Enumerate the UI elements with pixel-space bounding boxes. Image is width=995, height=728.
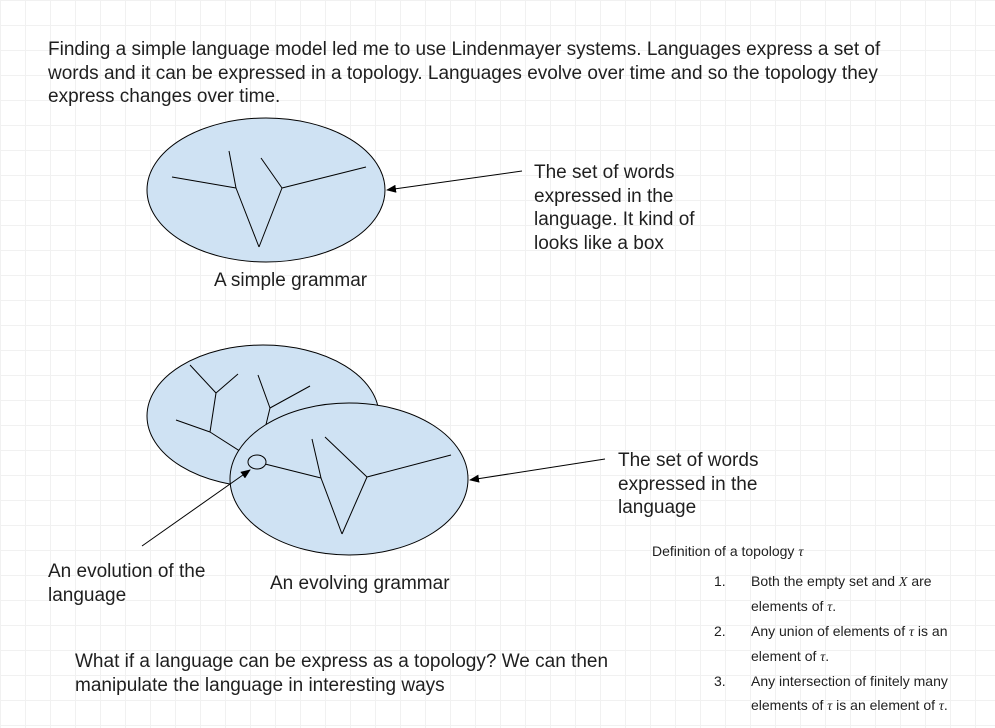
evolution-arrow (141, 469, 251, 547)
simple-grammar-callout: The set of words expressed in the langua… (534, 162, 695, 254)
definition-item: 1. Both the empty set and X are elements … (652, 570, 982, 619)
evolving-grammar-label: An evolving grammar (270, 573, 450, 594)
definition-item-text: . (832, 597, 837, 614)
simple-grammar-callout-arrow (386, 170, 523, 193)
definition-title: Definition of a topology τ (652, 540, 982, 564)
intro-text: Finding a simple language model led me t… (48, 39, 881, 107)
definition-item-text: Any union of elements of (751, 623, 909, 639)
new-language-ellipse (229, 402, 469, 556)
definition-item-number: 1. (714, 573, 726, 589)
definition-list: 1. Both the empty set and X are elements … (652, 570, 982, 718)
evolving-grammar-callout: The set of words expressed in the langua… (618, 450, 759, 518)
definition-item-text: Both the empty set and (751, 573, 899, 589)
definition-item-text: . (943, 696, 948, 713)
definition-title-text: Definition of a topology (652, 543, 795, 559)
evolving-grammar-callout-arrow (469, 458, 606, 483)
evolution-label: An evolution of the language (48, 561, 206, 606)
evolving-grammar-diagram (141, 344, 606, 556)
question-text: What if a language can be express as a t… (75, 651, 609, 696)
definition-item-number: 3. (714, 673, 726, 689)
topology-definition: Definition of a topology τ 1. Both the em… (652, 540, 982, 719)
simple-grammar-label: A simple grammar (214, 270, 368, 291)
evolution-point (247, 454, 267, 470)
definition-item: 3. Any intersection of finitely many elem… (652, 670, 982, 718)
simple-grammar-ellipse (146, 117, 386, 263)
definition-item: 2. Any union of elements of τ is an eleme… (652, 620, 982, 669)
definition-item-text: . (825, 647, 830, 664)
definition-item-text: is an element of (832, 696, 939, 713)
tau-symbol: τ (798, 545, 804, 560)
simple-grammar-diagram (146, 117, 523, 263)
definition-item-number: 2. (714, 623, 726, 639)
